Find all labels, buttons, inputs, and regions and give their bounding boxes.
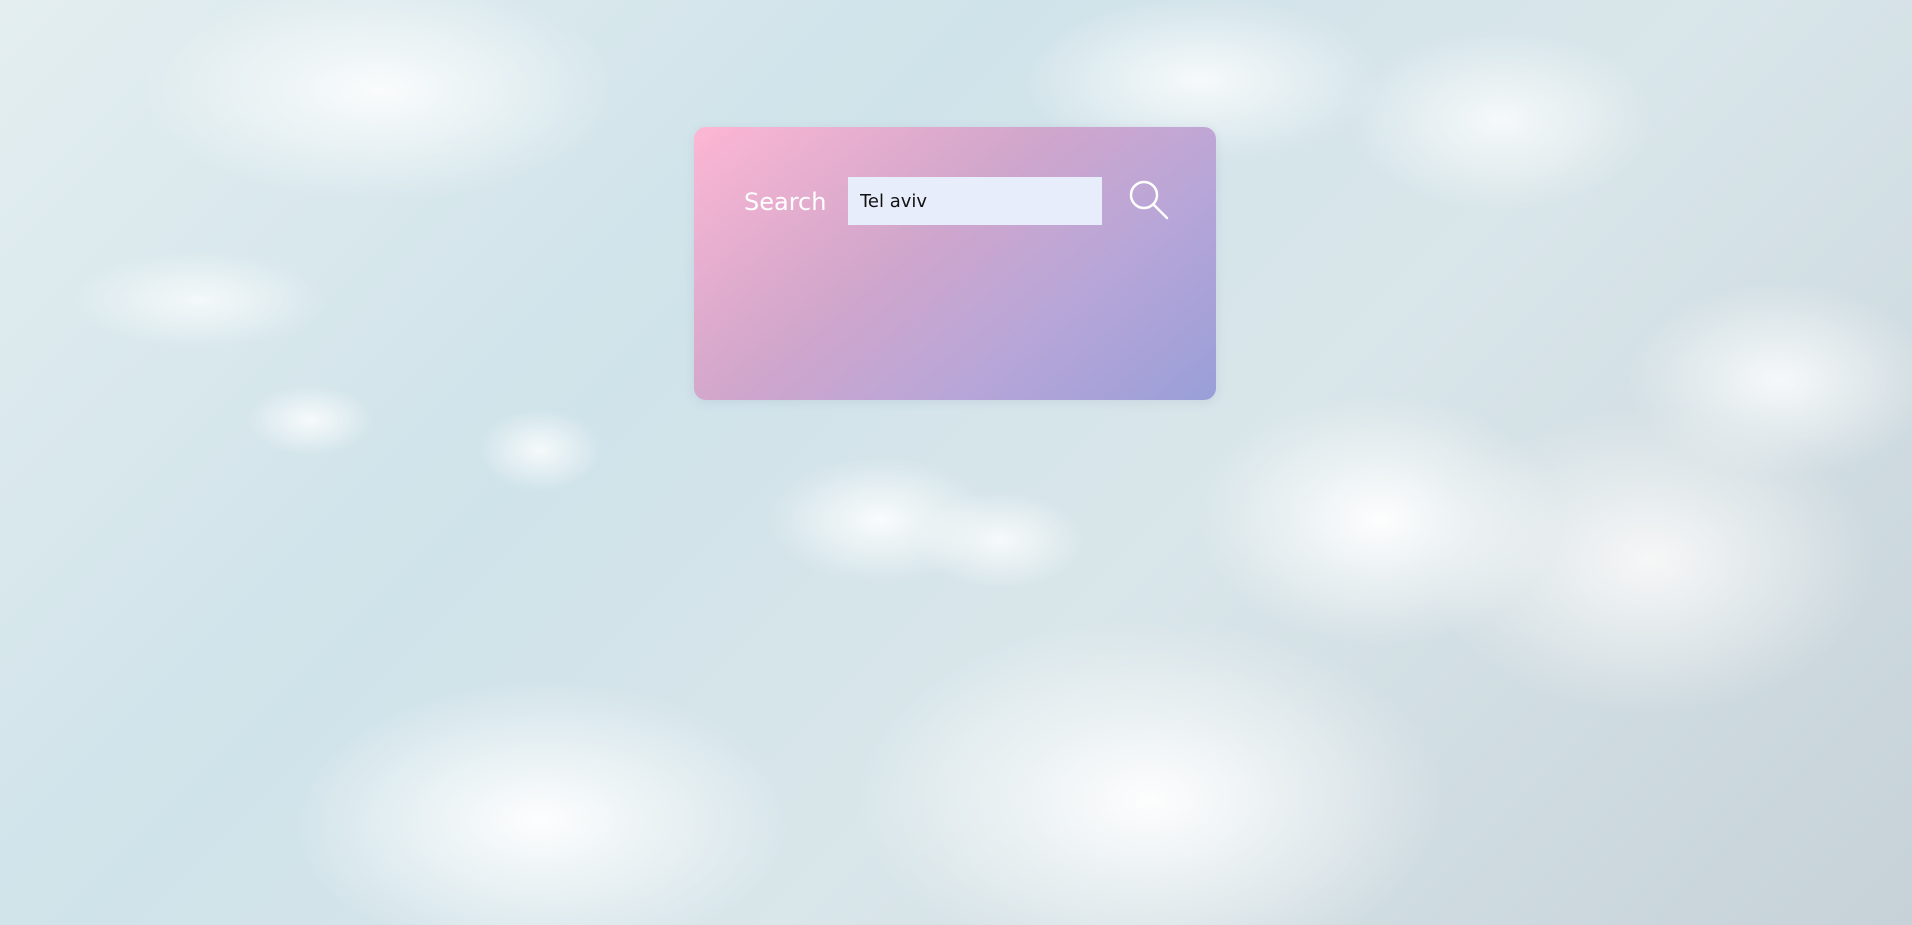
search-button[interactable] [1126,177,1172,223]
search-card: Search [694,127,1216,400]
search-input[interactable] [848,177,1102,225]
search-label: Search [744,188,827,216]
search-icon [1129,180,1169,220]
